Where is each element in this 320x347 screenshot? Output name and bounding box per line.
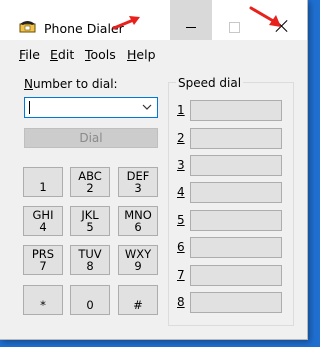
phone-icon bbox=[19, 21, 36, 33]
speed-dial-number-2: 2 bbox=[177, 131, 185, 145]
key-1[interactable]: 1 bbox=[23, 167, 63, 197]
speed-dial-number-6: 6 bbox=[177, 240, 185, 254]
annotation-arrow-icon bbox=[249, 6, 281, 27]
key-6[interactable]: MNO 6 bbox=[118, 206, 158, 236]
speed-dial-button-3[interactable] bbox=[190, 155, 282, 176]
key-7[interactable]: PRS 7 bbox=[23, 245, 63, 275]
speed-dial-button-5[interactable] bbox=[190, 210, 282, 231]
phone-dialer-window: Phone Dialer File Edit Tools Help Number… bbox=[0, 0, 308, 340]
speed-dial-number-5: 5 bbox=[177, 213, 185, 227]
speed-dial-number-7: 7 bbox=[177, 268, 185, 282]
speed-dial-button-7[interactable] bbox=[190, 265, 282, 286]
chevron-down-icon[interactable] bbox=[141, 101, 153, 113]
menu-file[interactable]: File bbox=[19, 47, 40, 62]
menu-edit[interactable]: Edit bbox=[50, 47, 74, 62]
minimize-button[interactable] bbox=[170, 0, 212, 40]
text-caret bbox=[29, 101, 30, 114]
menu-tools[interactable]: Tools bbox=[85, 47, 116, 62]
number-to-dial-combobox[interactable] bbox=[24, 97, 158, 118]
key-8[interactable]: TUV 8 bbox=[70, 245, 110, 275]
key-hash[interactable]: # bbox=[118, 285, 158, 315]
key-9[interactable]: WXY 9 bbox=[118, 245, 158, 275]
annotation-arrow-icon bbox=[112, 16, 140, 30]
speed-dial-label: Speed dial bbox=[176, 76, 244, 90]
key-2[interactable]: ABC 2 bbox=[70, 167, 110, 197]
speed-dial-button-6[interactable] bbox=[190, 237, 282, 258]
speed-dial-button-1[interactable] bbox=[190, 100, 282, 121]
speed-dial-button-8[interactable] bbox=[190, 292, 282, 313]
speed-dial-button-4[interactable] bbox=[190, 182, 282, 203]
speed-dial-number-3: 3 bbox=[177, 158, 185, 172]
key-0[interactable]: 0 bbox=[70, 285, 110, 315]
maximize-button[interactable] bbox=[229, 22, 240, 33]
menu-bar: File Edit Tools Help bbox=[0, 45, 307, 65]
menu-help[interactable]: Help bbox=[127, 47, 156, 62]
number-to-dial-label: Number to dial: bbox=[24, 77, 118, 91]
speed-dial-number-1: 1 bbox=[177, 103, 185, 117]
key-3[interactable]: DEF 3 bbox=[118, 167, 158, 197]
key-4[interactable]: GHI 4 bbox=[23, 206, 63, 236]
speed-dial-button-2[interactable] bbox=[190, 128, 282, 149]
key-5[interactable]: JKL 5 bbox=[70, 206, 110, 236]
dial-button[interactable]: Dial bbox=[24, 128, 158, 148]
key-star[interactable]: * bbox=[23, 285, 63, 315]
speed-dial-number-8: 8 bbox=[177, 295, 185, 309]
speed-dial-number-4: 4 bbox=[177, 185, 185, 199]
